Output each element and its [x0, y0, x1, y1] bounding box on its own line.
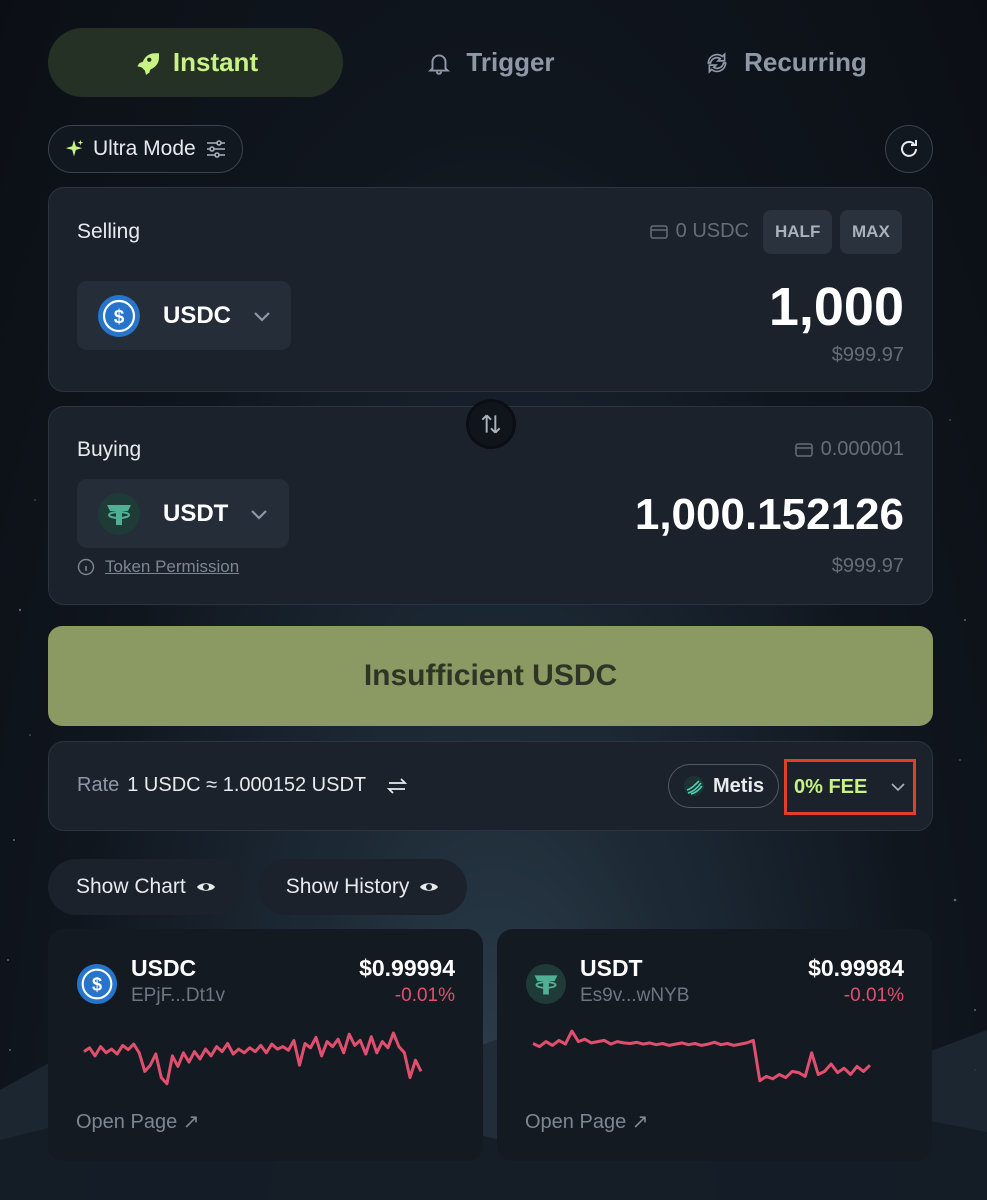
tab-recurring[interactable]: Recurring	[638, 28, 933, 97]
wallet-icon	[794, 442, 813, 457]
card-symbol: USDC	[131, 955, 197, 981]
sell-usd-value: $999.97	[831, 344, 904, 366]
max-button[interactable]: MAX	[840, 210, 902, 254]
show-history-label: Show History	[285, 875, 410, 898]
rate-value: 1 USDC ≈ 1.000152 USDT	[127, 774, 367, 796]
view-toggles: Show Chart Show History	[48, 859, 933, 915]
usdc-icon: $	[97, 294, 140, 337]
eye-icon	[196, 883, 215, 891]
tab-trigger[interactable]: Trigger	[343, 28, 638, 97]
mode-tabs: Instant Trigger Recurring	[48, 28, 933, 97]
tab-label: Instant	[172, 47, 259, 77]
ultra-mode-label: Ultra Mode	[93, 137, 196, 160]
tab-label: Recurring	[744, 47, 867, 77]
show-chart-button[interactable]: Show Chart	[48, 859, 244, 915]
token-card-usdt[interactable]: USDT Es9v...wNYB $0.99984 -0.01% Open Pa…	[497, 929, 932, 1161]
card-price: $0.99994	[359, 955, 455, 981]
chevron-down-icon	[251, 509, 268, 520]
swap-submit-button[interactable]: Insufficient USDC	[48, 626, 933, 726]
token-card-usdc[interactable]: $ USDC EPjF...Dt1v $0.99994 -0.01% Open …	[48, 929, 483, 1161]
refresh-button[interactable]	[885, 125, 933, 173]
info-icon	[77, 558, 95, 576]
buy-token-symbol: USDT	[163, 499, 229, 527]
sell-amount[interactable]: 1,000	[769, 276, 904, 338]
price-sparkline	[532, 1029, 872, 1083]
router-label: Metis	[713, 774, 765, 797]
fee-dropdown[interactable]: 0% FEE	[784, 759, 916, 815]
selling-balance: 0 USDC	[649, 220, 749, 243]
buy-amount: 1,000.152126	[634, 490, 904, 539]
buying-label: Buying	[77, 438, 142, 461]
open-page-link[interactable]: Open Page ↗	[76, 1109, 200, 1134]
mode-row: Ultra Mode	[48, 125, 933, 173]
usdt-icon	[98, 492, 140, 535]
card-change: -0.01%	[394, 985, 455, 1006]
router-badge[interactable]: Metis	[668, 764, 780, 808]
switch-rate-icon[interactable]	[386, 777, 408, 795]
buying-balance-value: 0.000001	[820, 438, 904, 460]
rate-panel: Rate 1 USDC ≈ 1.000152 USDT Metis 0% FEE	[48, 741, 933, 831]
eye-icon	[420, 883, 439, 891]
selling-panel: Selling 0 USDC HALF MAX $ USDC 1,000 $99…	[48, 187, 933, 392]
show-history-button[interactable]: Show History	[257, 859, 468, 915]
token-permission-link[interactable]: Token Permission	[77, 557, 239, 577]
selling-label: Selling	[77, 220, 141, 243]
token-cards: $ USDC EPjF...Dt1v $0.99994 -0.01% Open …	[48, 929, 933, 1161]
usdt-icon	[525, 963, 567, 1005]
bell-icon	[428, 53, 451, 75]
chevron-down-icon	[891, 783, 905, 792]
card-address: Es9v...wNYB	[580, 985, 690, 1006]
fee-label: 0% FEE	[794, 775, 868, 798]
wallet-icon	[649, 224, 668, 239]
swap-arrows-icon	[481, 414, 501, 434]
metis-icon	[684, 776, 704, 796]
refresh-icon	[901, 140, 917, 157]
sell-token-selector[interactable]: $ USDC	[77, 281, 291, 350]
sparkle-icon	[65, 139, 84, 157]
rocket-icon	[137, 52, 159, 75]
price-sparkline	[83, 1031, 423, 1086]
tab-label: Trigger	[466, 47, 555, 77]
selling-balance-value: 0 USDC	[675, 220, 749, 242]
tab-instant[interactable]: Instant	[48, 28, 343, 97]
show-chart-label: Show Chart	[76, 875, 186, 898]
open-page-link[interactable]: Open Page ↗	[525, 1109, 649, 1134]
recurring-icon	[707, 51, 727, 74]
buy-token-selector[interactable]: USDT	[77, 479, 289, 548]
half-button[interactable]: HALF	[763, 210, 833, 254]
rate-prefix: Rate	[77, 774, 120, 796]
card-symbol: USDT	[580, 955, 643, 981]
svg-text:$: $	[92, 975, 102, 995]
chevron-down-icon	[254, 311, 270, 322]
ultra-mode-button[interactable]: Ultra Mode	[48, 125, 243, 173]
sell-token-symbol: USDC	[162, 301, 231, 329]
swap-direction-button[interactable]	[466, 399, 516, 449]
card-change: -0.01%	[843, 985, 904, 1006]
rate-info: Rate 1 USDC ≈ 1.000152 USDT	[77, 774, 408, 797]
buying-balance: 0.000001	[794, 438, 904, 461]
swap-widget: Instant Trigger Recurring Ultra Mode Sel…	[48, 28, 933, 1161]
svg-text:$: $	[114, 306, 125, 327]
token-permission-label: Token Permission	[105, 557, 240, 576]
buy-usd-value: $999.97	[831, 555, 904, 577]
usdc-icon: $	[76, 963, 118, 1005]
card-price: $0.99984	[808, 955, 904, 981]
card-address: EPjF...Dt1v	[131, 985, 225, 1006]
settings-sliders-icon	[206, 140, 225, 158]
